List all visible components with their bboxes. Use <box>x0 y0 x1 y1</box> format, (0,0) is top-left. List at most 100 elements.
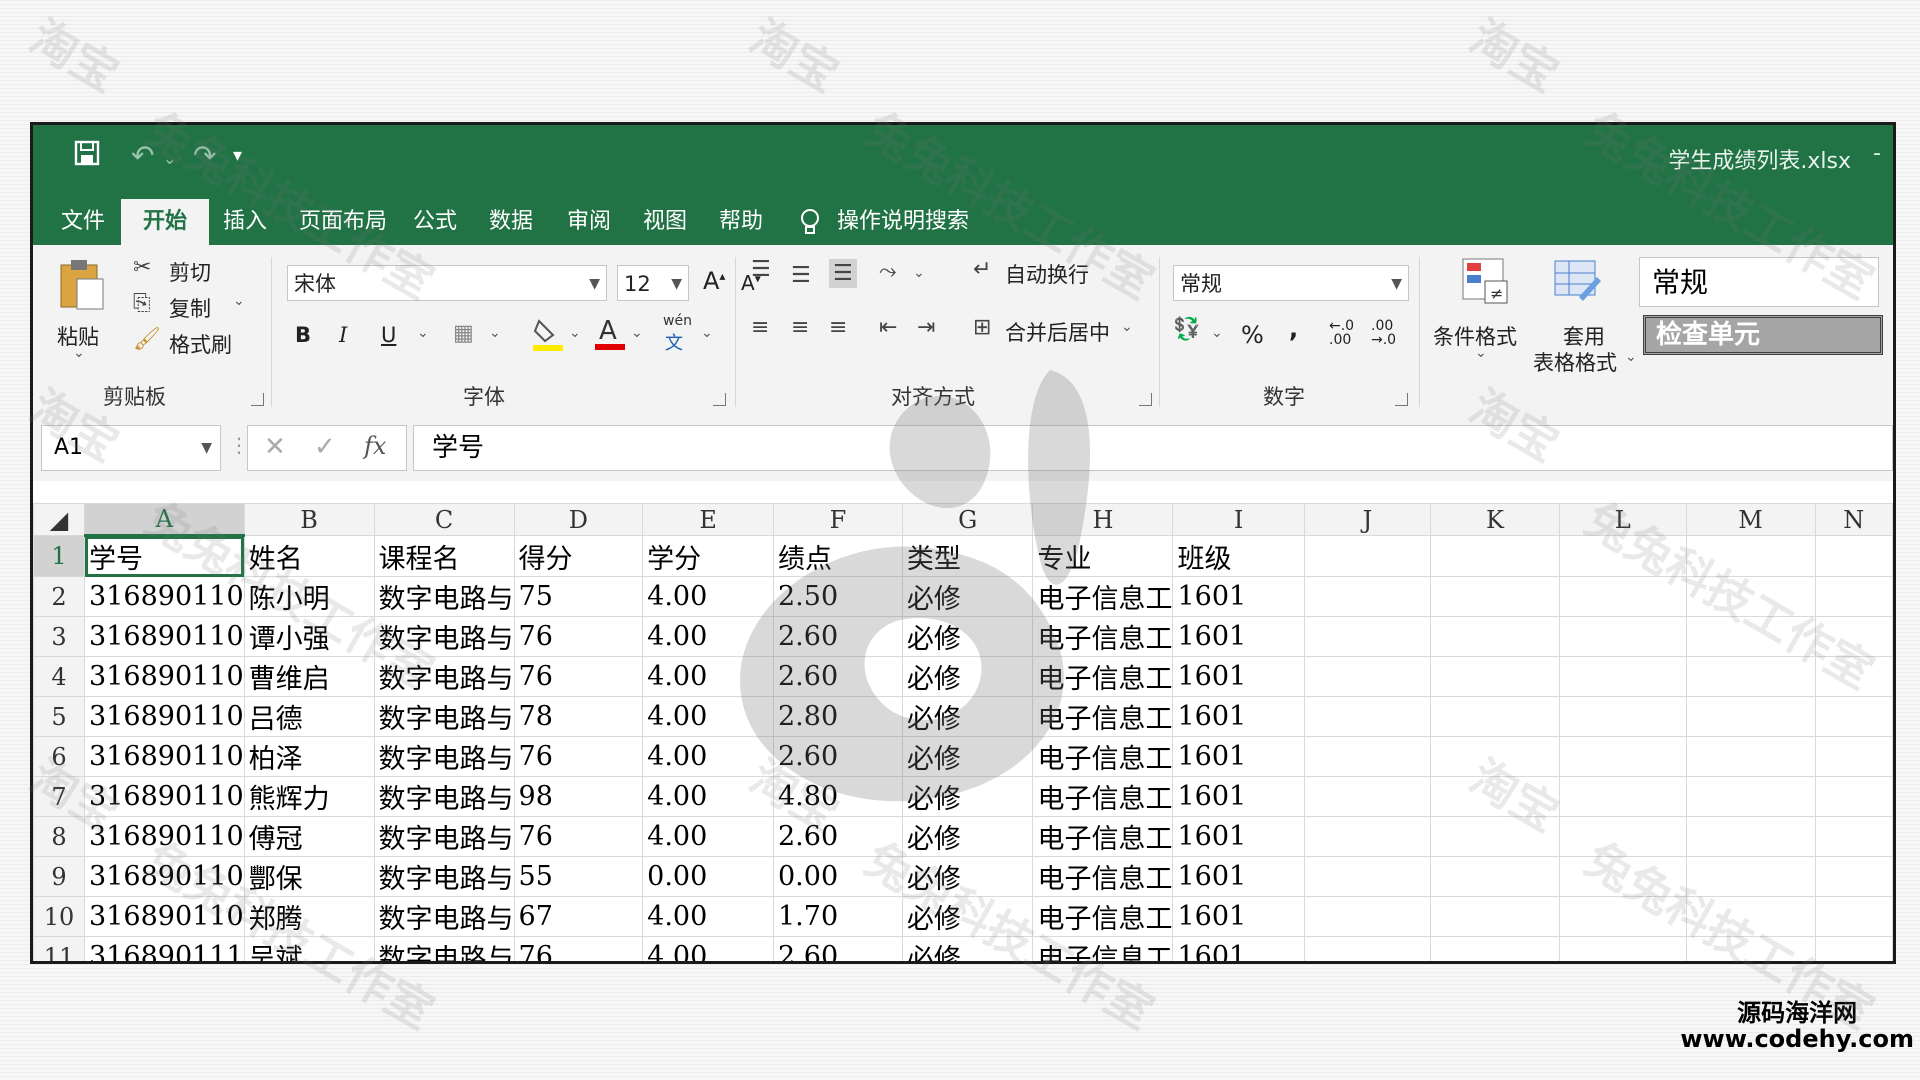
tab-help[interactable]: 帮助 <box>697 199 785 245</box>
orientation-dropdown-icon[interactable]: ⌄ <box>913 265 925 281</box>
column-header[interactable]: F <box>773 503 903 536</box>
cell-N5[interactable] <box>1814 696 1893 737</box>
cell-N4[interactable] <box>1814 656 1893 697</box>
column-header[interactable]: B <box>243 503 375 536</box>
accounting-dropdown-icon[interactable]: ⌄ <box>1211 325 1223 341</box>
cell-B8[interactable]: 傅冠 <box>243 816 375 857</box>
cell-H2[interactable]: 电子信息工 <box>1032 576 1174 617</box>
align-bottom-icon[interactable]: ☰ <box>829 259 857 288</box>
tab-insert[interactable]: 插入 <box>201 199 289 245</box>
cell-J3[interactable] <box>1303 616 1432 657</box>
row-header[interactable]: 3 <box>33 616 86 657</box>
cell-B6[interactable]: 柏泽 <box>243 736 375 777</box>
cell-I10[interactable]: 1601 <box>1172 896 1305 937</box>
cell-I6[interactable]: 1601 <box>1172 736 1305 777</box>
cell-K11[interactable] <box>1430 936 1560 961</box>
cell-I3[interactable]: 1601 <box>1172 616 1305 657</box>
cell-C2[interactable]: 数字电路与 <box>373 576 515 617</box>
cell-B2[interactable]: 陈小明 <box>243 576 375 617</box>
paste-icon[interactable] <box>57 257 105 317</box>
cell-A1[interactable]: 学号 <box>84 535 245 577</box>
column-header[interactable]: K <box>1430 503 1560 536</box>
cell-E8[interactable]: 4.00 <box>642 816 774 857</box>
cell-J8[interactable] <box>1303 816 1432 857</box>
cell-H4[interactable]: 电子信息工 <box>1032 656 1174 697</box>
cell-M4[interactable] <box>1685 656 1816 697</box>
cell-G7[interactable]: 必修 <box>901 776 1034 817</box>
cell-E4[interactable]: 4.00 <box>642 656 774 697</box>
cell-F10[interactable]: 1.70 <box>773 896 903 937</box>
cell-I4[interactable]: 1601 <box>1172 656 1305 697</box>
insert-function-icon[interactable]: fx <box>364 432 386 460</box>
align-middle-icon[interactable]: ☰ <box>791 263 811 288</box>
tab-file[interactable]: 文件 <box>39 199 127 245</box>
cell-N7[interactable] <box>1814 776 1893 817</box>
column-header[interactable]: E <box>642 503 774 536</box>
cell-M10[interactable] <box>1685 896 1816 937</box>
cell-E10[interactable]: 4.00 <box>642 896 774 937</box>
wrap-text-icon[interactable]: ↵ <box>973 257 991 282</box>
row-header[interactable]: 2 <box>33 576 86 617</box>
percent-style-button[interactable]: % <box>1241 321 1264 349</box>
comma-style-button[interactable]: , <box>1289 315 1298 343</box>
fill-color-dropdown-icon[interactable]: ⌄ <box>569 325 581 341</box>
enter-icon[interactable]: ✓ <box>314 432 336 462</box>
increase-font-size-icon[interactable]: A▴ <box>703 267 725 295</box>
cell-D5[interactable]: 78 <box>513 696 644 737</box>
cell-B10[interactable]: 郑腾 <box>243 896 375 937</box>
cell-G11[interactable]: 必修 <box>901 936 1034 961</box>
cell-F7[interactable]: 4.80 <box>773 776 903 817</box>
cell-K2[interactable] <box>1430 576 1560 617</box>
cell-A8[interactable]: 316890110 <box>84 816 245 857</box>
cut-button[interactable]: 剪切 <box>169 257 211 287</box>
cell-J6[interactable] <box>1303 736 1432 777</box>
customize-quick-access-icon[interactable]: ▾ <box>233 145 242 166</box>
cell-D7[interactable]: 98 <box>513 776 644 817</box>
cell-N3[interactable] <box>1814 616 1893 657</box>
cell-H5[interactable]: 电子信息工 <box>1032 696 1174 737</box>
cell-style-normal[interactable]: 常规 <box>1639 257 1879 307</box>
cell-K8[interactable] <box>1430 816 1560 857</box>
cell-G9[interactable]: 必修 <box>901 856 1034 897</box>
cell-K7[interactable] <box>1430 776 1560 817</box>
cell-B7[interactable]: 熊辉力 <box>243 776 375 817</box>
cell-I11[interactable]: 1601 <box>1172 936 1305 961</box>
row-header[interactable]: 9 <box>33 856 86 897</box>
cell-N6[interactable] <box>1814 736 1893 777</box>
cell-H3[interactable]: 电子信息工 <box>1032 616 1174 657</box>
column-header[interactable]: N <box>1814 503 1893 536</box>
cell-J9[interactable] <box>1303 856 1432 897</box>
cell-J7[interactable] <box>1303 776 1432 817</box>
font-launcher-icon[interactable] <box>713 393 726 406</box>
cell-M6[interactable] <box>1685 736 1816 777</box>
undo-icon[interactable]: ↶ <box>131 139 154 172</box>
cell-L1[interactable] <box>1558 535 1687 577</box>
cell-D4[interactable]: 76 <box>513 656 644 697</box>
cell-A11[interactable]: 316890111 <box>84 936 245 961</box>
cell-H7[interactable]: 电子信息工 <box>1032 776 1174 817</box>
align-right-icon[interactable]: ≡ <box>829 315 847 340</box>
cell-N9[interactable] <box>1814 856 1893 897</box>
font-color-dropdown-icon[interactable]: ⌄ <box>631 325 643 341</box>
cell-H8[interactable]: 电子信息工 <box>1032 816 1174 857</box>
accounting-format-icon[interactable]: 💱 <box>1173 317 1200 342</box>
cell-M8[interactable] <box>1685 816 1816 857</box>
cell-B5[interactable]: 吕德 <box>243 696 375 737</box>
cell-G1[interactable]: 类型 <box>901 535 1034 577</box>
cell-E2[interactable]: 4.00 <box>642 576 774 617</box>
cancel-icon[interactable]: ✕ <box>264 432 286 462</box>
tab-view[interactable]: 视图 <box>621 199 709 245</box>
cell-G8[interactable]: 必修 <box>901 816 1034 857</box>
wrap-text-button[interactable]: 自动换行 <box>1005 259 1089 289</box>
italic-button[interactable]: I <box>339 323 347 347</box>
cell-H1[interactable]: 专业 <box>1032 535 1174 577</box>
row-header[interactable]: 7 <box>33 776 86 817</box>
select-all-corner[interactable]: ◢ <box>33 503 86 536</box>
increase-decimal-icon[interactable]: ←.0.00 <box>1329 319 1354 347</box>
cell-M2[interactable] <box>1685 576 1816 617</box>
cell-F11[interactable]: 2.60 <box>773 936 903 961</box>
align-top-icon[interactable]: ☰ <box>751 257 771 282</box>
fill-color-icon[interactable] <box>533 317 563 357</box>
cell-I2[interactable]: 1601 <box>1172 576 1305 617</box>
cell-H11[interactable]: 电子信息工 <box>1032 936 1174 961</box>
